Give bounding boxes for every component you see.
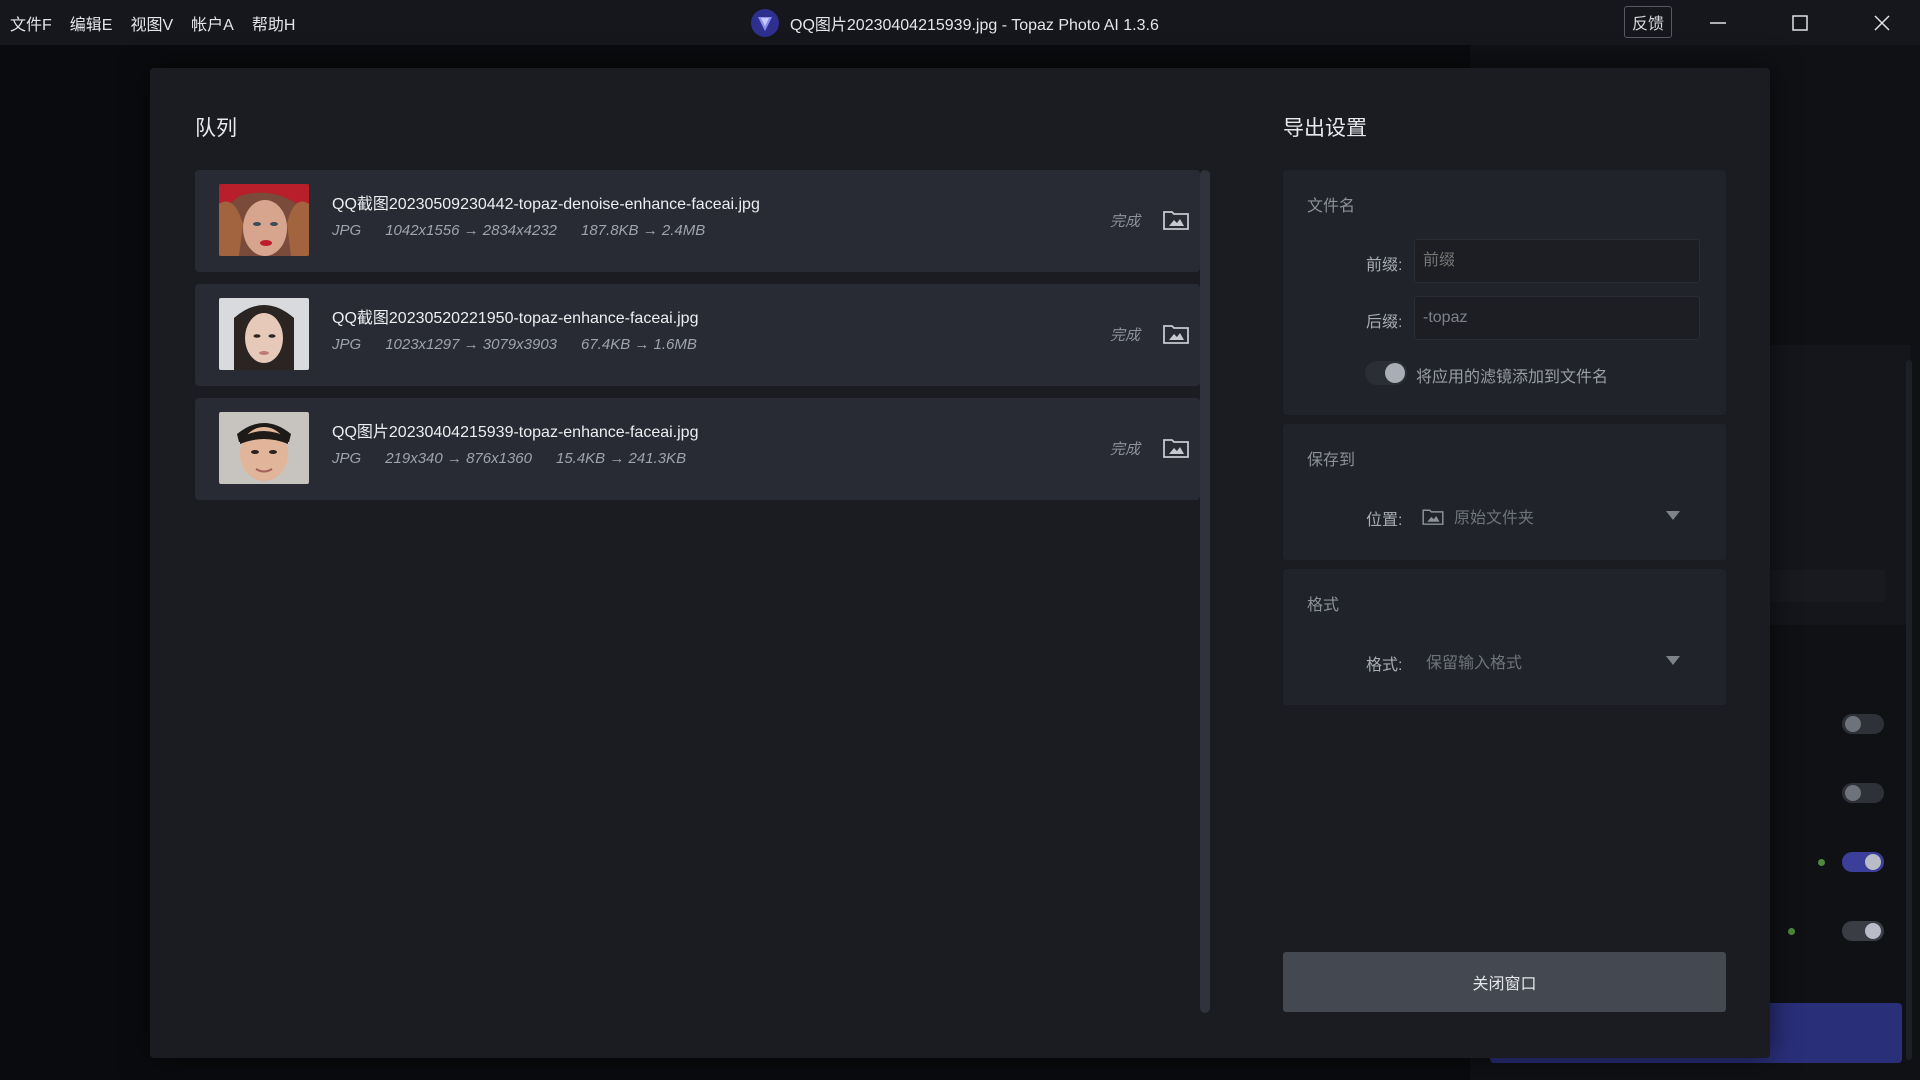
filename-card-title: 文件名: [1307, 198, 1356, 215]
format-card: 格式 格式: 保留输入格式: [1283, 569, 1726, 705]
location-select[interactable]: 原始文件夹: [1414, 498, 1700, 534]
thumbnail-image: [219, 298, 309, 370]
queue-item-format: JPG: [332, 336, 362, 353]
queue-item-meta: JPG 219x340 → 876x1360 15.4KB → 241.3KB: [332, 450, 686, 467]
menu-bar: 文件F 编辑E 视图V 帐户A 帮助H: [0, 11, 313, 35]
queue-item-status: 完成: [1110, 213, 1141, 230]
window-title-text: QQ图片20230404215939.jpg - Topaz Photo AI …: [790, 16, 1159, 34]
background-toggle: [1842, 852, 1884, 872]
queue-item-filename: QQ截图20230509230442-topaz-denoise-enhance…: [332, 196, 760, 213]
queue-item-format: JPG: [332, 222, 362, 239]
suffix-label: 后缀:: [1366, 314, 1403, 331]
queue-item-meta: JPG 1023x1297 → 3079x3903 67.4KB → 1.6MB: [332, 336, 697, 353]
location-label: 位置:: [1366, 512, 1403, 529]
queue-item-size: 67.4KB → 1.6MB: [581, 336, 697, 353]
thumbnail-image: [219, 412, 309, 484]
background-status-dot: [1788, 928, 1795, 935]
menu-file[interactable]: 文件F: [10, 11, 61, 35]
close-window-dialog-button[interactable]: 关闭窗口: [1283, 952, 1726, 1012]
queue-item-status: 完成: [1110, 327, 1141, 344]
location-value: 原始文件夹: [1454, 510, 1535, 527]
queue-item-filename: QQ截图20230520221950-topaz-enhance-faceai.…: [332, 310, 699, 327]
open-folder-icon[interactable]: [1163, 208, 1189, 230]
append-filters-toggle[interactable]: [1365, 361, 1407, 385]
prefix-label: 前缀:: [1366, 257, 1403, 274]
queue-item[interactable]: QQ图片20230404215939-topaz-enhance-faceai.…: [195, 398, 1200, 500]
format-select[interactable]: 保留输入格式: [1414, 643, 1700, 679]
queue-item-resolution: 219x340 → 876x1360: [385, 450, 532, 467]
minimize-icon: [1710, 21, 1726, 24]
open-folder-icon[interactable]: [1163, 436, 1189, 458]
queue-item-filename: QQ图片20230404215939-topaz-enhance-faceai.…: [332, 424, 699, 441]
maximize-button[interactable]: [1770, 0, 1830, 45]
append-filters-label: 将应用的滤镜添加到文件名: [1416, 369, 1609, 386]
format-label: 格式:: [1366, 657, 1403, 674]
minimize-button[interactable]: [1688, 0, 1748, 45]
queue-title: 队列: [195, 117, 237, 140]
export-dialog: 队列 QQ截图20230509230442-topaz-denoise-enha…: [150, 68, 1770, 1058]
queue-item[interactable]: QQ截图20230520221950-topaz-enhance-faceai.…: [195, 284, 1200, 386]
background-scrollbar: [1906, 360, 1912, 1060]
save-to-card: 保存到 位置: 原始文件夹: [1283, 424, 1726, 560]
filename-card: 文件名 前缀: 后缀: -topaz 将应用的滤镜添加到文件名: [1283, 170, 1726, 415]
folder-icon: [1422, 509, 1444, 525]
background-status-dot: [1818, 859, 1825, 866]
toggle-knob: [1385, 363, 1405, 383]
open-folder-icon[interactable]: [1163, 322, 1189, 344]
close-window-button[interactable]: [1852, 0, 1912, 45]
queue-item-format: JPG: [332, 450, 362, 467]
queue-item-resolution: 1023x1297 → 3079x3903: [385, 336, 557, 353]
queue-item-meta: JPG 1042x1556 → 2834x4232 187.8KB → 2.4M…: [332, 222, 705, 239]
queue-item-size: 187.8KB → 2.4MB: [581, 222, 706, 239]
chevron-down-icon: [1666, 511, 1680, 520]
menu-help[interactable]: 帮助H: [252, 11, 305, 35]
prefix-input[interactable]: [1414, 239, 1700, 283]
thumbnail-image: [219, 184, 309, 256]
menu-view[interactable]: 视图V: [130, 11, 182, 35]
maximize-icon: [1792, 14, 1808, 31]
background-toggle: [1842, 783, 1884, 803]
export-settings-title: 导出设置: [1283, 117, 1367, 140]
background-toggle: [1842, 714, 1884, 734]
background-field: [1770, 570, 1885, 602]
queue-item-size: 15.4KB → 241.3KB: [555, 450, 687, 467]
menu-account[interactable]: 帐户A: [191, 11, 243, 35]
suffix-input[interactable]: -topaz: [1414, 296, 1700, 340]
queue-item-resolution: 1042x1556 → 2834x4232: [385, 222, 557, 239]
title-bar: 文件F 编辑E 视图V 帐户A 帮助H QQ图片20230404215939.j…: [0, 0, 1920, 45]
save-to-card-title: 保存到: [1307, 452, 1356, 469]
window-title: QQ图片20230404215939.jpg - Topaz Photo AI …: [750, 0, 1159, 45]
menu-edit[interactable]: 编辑E: [70, 11, 122, 35]
close-icon: [1874, 14, 1890, 31]
topaz-logo-icon: [750, 8, 780, 38]
format-value: 保留输入格式: [1426, 655, 1523, 672]
format-card-title: 格式: [1307, 597, 1340, 614]
background-toggle: [1842, 921, 1884, 941]
queue-list: QQ截图20230509230442-topaz-denoise-enhance…: [195, 170, 1200, 512]
queue-item-status: 完成: [1110, 441, 1141, 458]
queue-scrollbar[interactable]: [1200, 170, 1210, 1013]
chevron-down-icon: [1666, 656, 1680, 665]
queue-item[interactable]: QQ截图20230509230442-topaz-denoise-enhance…: [195, 170, 1200, 272]
feedback-button[interactable]: 反馈: [1624, 6, 1672, 38]
